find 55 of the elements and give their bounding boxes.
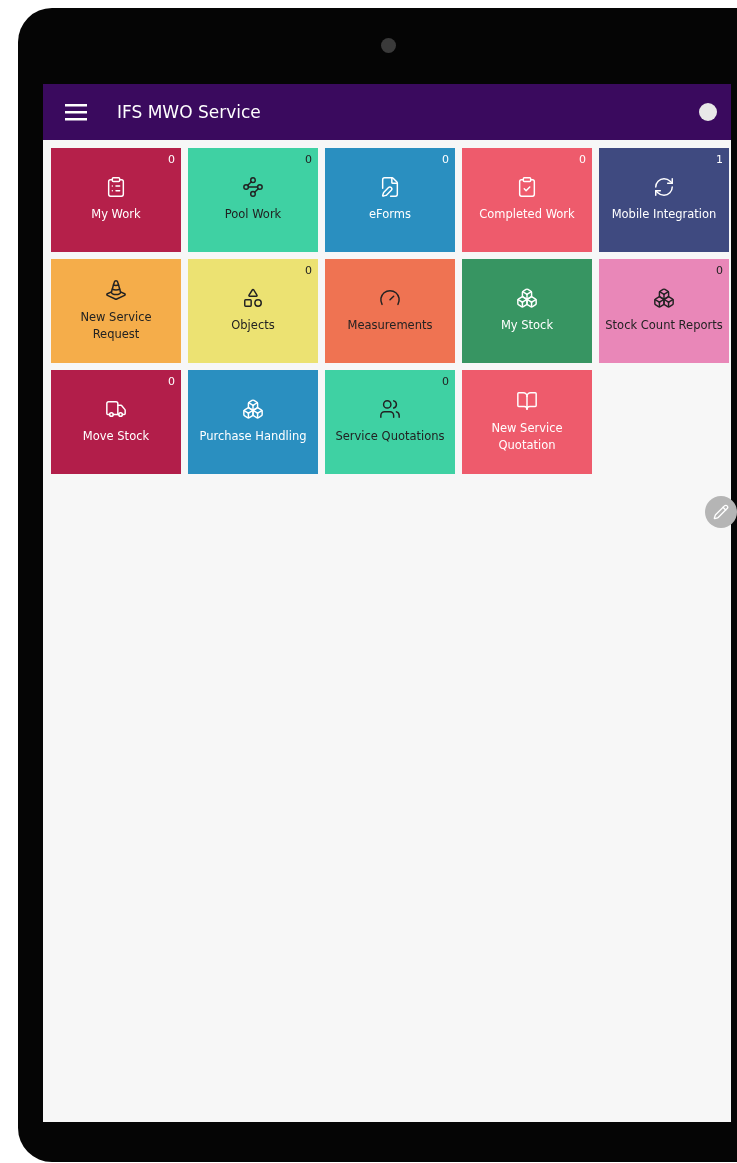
tile-count: 0 (305, 264, 312, 277)
app-tile[interactable]: 0 Stock Count Reports (599, 259, 729, 363)
tile-label: Mobile Integration (610, 206, 718, 224)
tile-count: 0 (579, 153, 586, 166)
menu-icon[interactable] (65, 103, 87, 121)
form-edit-icon (379, 176, 401, 199)
tile-label: Purchase Handling (198, 428, 308, 446)
app-tile[interactable]: 0 Objects (188, 259, 318, 363)
app-tile[interactable]: 0 eForms (325, 148, 455, 252)
traffic-cone-icon (105, 278, 127, 301)
app-tile[interactable]: 0 Move Stock (51, 370, 181, 474)
app-tile[interactable]: 0 Completed Work (462, 148, 592, 252)
app-tile[interactable]: 0 Pool Work (188, 148, 318, 252)
app-tile[interactable]: 0 My Work (51, 148, 181, 252)
tile-count: 0 (716, 264, 723, 277)
shapes-icon (242, 287, 264, 310)
app-tile[interactable]: Measurements (325, 259, 455, 363)
tile-label: Stock Count Reports (604, 317, 724, 335)
tile-count: 0 (168, 375, 175, 388)
boxes-icon (242, 398, 264, 421)
app-tile[interactable]: Purchase Handling (188, 370, 318, 474)
app-title: IFS MWO Service (117, 102, 262, 122)
tile-label: New Service Quotation (490, 419, 564, 454)
app-tile[interactable]: My Stock (462, 259, 592, 363)
tile-label: Measurements (346, 317, 434, 335)
app-tile[interactable]: New Service Request (51, 259, 181, 363)
boxes-icon (516, 287, 538, 310)
sync-icon (653, 176, 675, 199)
status-dot[interactable] (699, 103, 717, 121)
book-icon (516, 389, 538, 412)
app-tile[interactable]: 1 Mobile Integration (599, 148, 729, 252)
tile-count: 0 (305, 153, 312, 166)
camera-dot (381, 38, 396, 53)
tile-label: New Service Request (79, 308, 153, 343)
tile-label: My Work (90, 206, 142, 224)
app-tile[interactable]: 0 Service Quotations (325, 370, 455, 474)
clipboard-check-icon (516, 176, 538, 199)
tile-count: 0 (168, 153, 175, 166)
boxes-icon (653, 287, 675, 310)
tile-label: Pool Work (223, 206, 283, 224)
pencil-icon (713, 504, 729, 520)
tile-count: 1 (716, 153, 723, 166)
network-icon (242, 176, 264, 199)
tile-label: Objects (230, 317, 276, 335)
edit-button[interactable] (705, 496, 737, 528)
app-tile[interactable]: New Service Quotation (462, 370, 592, 474)
tile-label: eForms (367, 206, 412, 224)
clipboard-icon (105, 176, 127, 199)
people-icon (379, 398, 401, 421)
tile-label: Service Quotations (334, 428, 446, 446)
tile-label: Move Stock (81, 428, 151, 446)
tile-count: 0 (442, 153, 449, 166)
tile-count: 0 (442, 375, 449, 388)
tile-label: My Stock (499, 317, 555, 335)
tile-label: Completed Work (478, 206, 576, 224)
